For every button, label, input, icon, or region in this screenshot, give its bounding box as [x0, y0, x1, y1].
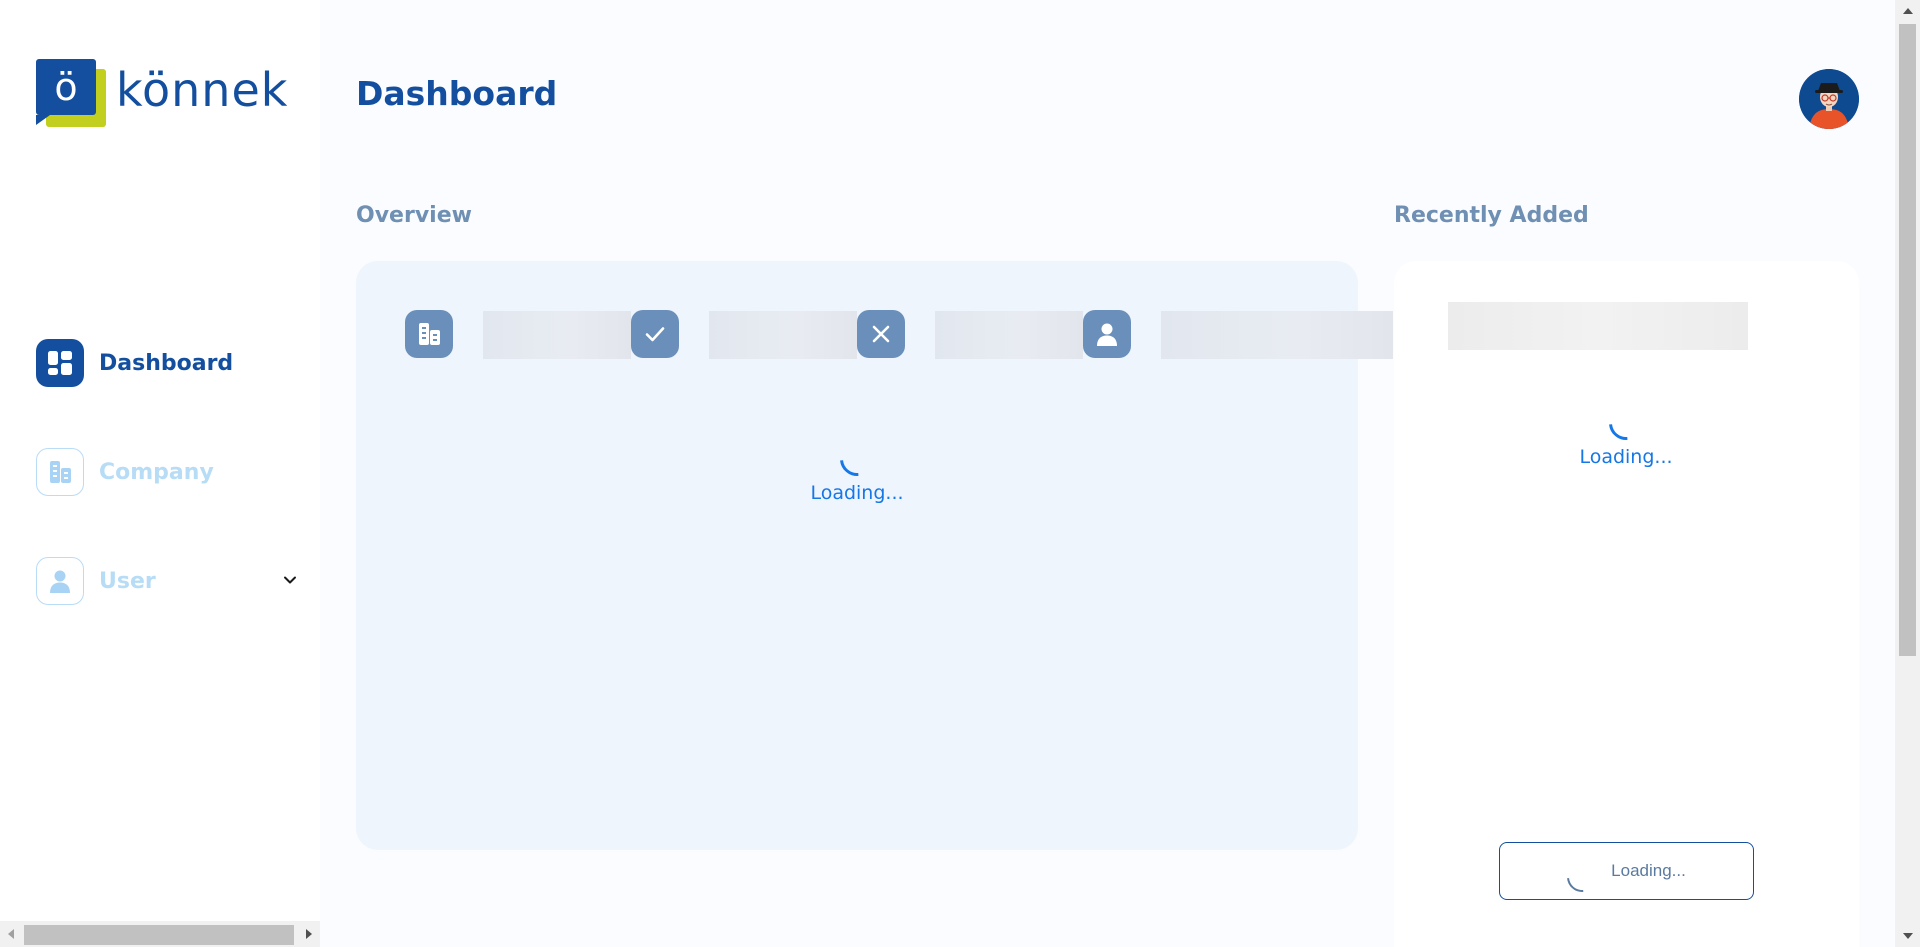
loading-text: Loading... [1579, 446, 1673, 468]
stat-skeleton [483, 311, 631, 359]
sidebar-item-label: Dashboard [99, 350, 234, 376]
sidebar-nav: Dashboard Company User [36, 338, 298, 665]
logo-mark-letter: ö [36, 59, 96, 115]
user-icon [1083, 310, 1131, 358]
recent-skeleton [1448, 302, 1748, 350]
spinner-icon [1561, 855, 1604, 899]
scroll-right-icon[interactable] [306, 929, 312, 939]
scrollbar-thumb[interactable] [24, 925, 294, 945]
stat-skeleton [709, 311, 857, 359]
sidebar-item-label: Company [99, 459, 214, 485]
recently-added-title: Recently Added [1394, 203, 1589, 228]
dashboard-grid-icon [36, 339, 84, 387]
page-title: Dashboard [356, 74, 558, 113]
loading-text: Loading... [810, 482, 904, 504]
close-icon [857, 310, 905, 358]
logo-mark: ö [36, 59, 106, 127]
sidebar-item-user[interactable]: User [36, 556, 298, 606]
spinner-icon [1602, 399, 1650, 447]
overview-stats [405, 310, 1393, 360]
company-building-icon [36, 448, 84, 496]
horizontal-scrollbar[interactable] [0, 921, 320, 947]
load-more-button[interactable]: Loading... [1499, 842, 1754, 900]
scrollbar-thumb[interactable] [1899, 24, 1916, 656]
sidebar-item-dashboard[interactable]: Dashboard [36, 338, 298, 388]
vertical-scrollbar[interactable] [1895, 0, 1920, 947]
chevron-down-icon[interactable] [282, 572, 298, 588]
recent-loading: Loading... [1559, 399, 1693, 468]
user-icon [36, 557, 84, 605]
button-loading-text: Loading... [1611, 861, 1686, 880]
sidebar-item-label: User [99, 568, 156, 594]
avatar[interactable] [1799, 69, 1859, 129]
scroll-down-icon[interactable] [1903, 933, 1913, 939]
scroll-left-icon[interactable] [8, 929, 14, 939]
brand-logo[interactable]: ö könnek [36, 59, 288, 127]
stat-skeleton [1161, 311, 1393, 359]
brand-name: könnek [116, 63, 289, 117]
overview-title: Overview [356, 203, 472, 228]
scroll-up-icon[interactable] [1903, 8, 1913, 14]
overview-loading: Loading... [790, 435, 924, 504]
sidebar-item-company[interactable]: Company [36, 447, 298, 497]
sidebar: ö könnek Dashboard Company User [0, 0, 320, 947]
check-icon [631, 310, 679, 358]
stat-skeleton [935, 311, 1083, 359]
company-building-icon [405, 310, 453, 358]
spinner-icon [833, 435, 881, 483]
